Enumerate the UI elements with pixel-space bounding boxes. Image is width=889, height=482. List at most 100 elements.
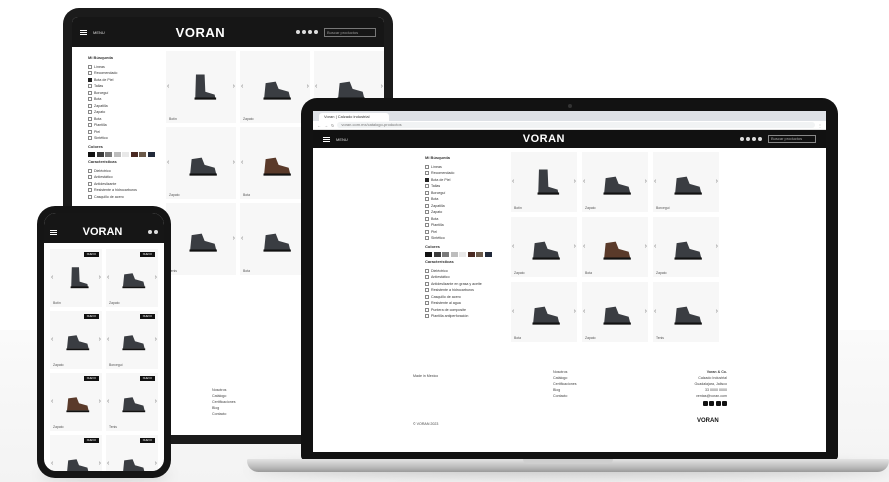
- checkbox[interactable]: [425, 281, 429, 286]
- checkbox[interactable]: [425, 184, 429, 189]
- footer-link[interactable]: Contacto: [212, 411, 236, 417]
- product-name[interactable]: Zapato: [109, 301, 120, 305]
- product-card[interactable]: BotaNUEVO‹›: [50, 435, 102, 471]
- color-swatch[interactable]: [105, 152, 112, 157]
- nav-icons[interactable]: [296, 30, 318, 34]
- chevron-right-icon[interactable]: ›: [574, 243, 576, 250]
- color-swatch[interactable]: [96, 152, 104, 157]
- checkbox[interactable]: [425, 229, 429, 234]
- nav-icons[interactable]: [740, 137, 762, 141]
- product-name[interactable]: Tenis: [656, 336, 664, 340]
- checkbox[interactable]: [425, 288, 429, 293]
- color-swatch[interactable]: [130, 152, 138, 157]
- color-swatch[interactable]: [459, 252, 466, 257]
- chevron-left-icon[interactable]: ‹: [512, 308, 514, 315]
- brand-logo[interactable]: VORAN: [61, 226, 144, 238]
- feature-option[interactable]: Plantilla antiperforación: [425, 313, 501, 320]
- color-swatch[interactable]: [122, 152, 129, 157]
- chevron-left-icon[interactable]: ‹: [512, 243, 514, 250]
- menu-icon[interactable]: [80, 29, 87, 35]
- chevron-right-icon[interactable]: ›: [99, 398, 101, 405]
- checkbox[interactable]: [425, 197, 429, 202]
- feature-option[interactable]: Casquillo de acero: [88, 194, 156, 201]
- chevron-right-icon[interactable]: ›: [645, 243, 647, 250]
- chevron-right-icon[interactable]: ›: [574, 178, 576, 185]
- chevron-left-icon[interactable]: ‹: [583, 243, 585, 250]
- checkbox[interactable]: [425, 307, 429, 312]
- brand-logo[interactable]: VORAN: [354, 133, 734, 145]
- checkbox[interactable]: [88, 90, 92, 95]
- checkbox[interactable]: [88, 168, 92, 173]
- chevron-right-icon[interactable]: ›: [99, 336, 101, 343]
- checkbox[interactable]: [88, 175, 92, 180]
- chevron-right-icon[interactable]: ›: [155, 274, 157, 281]
- product-name[interactable]: Zapato: [656, 271, 667, 275]
- color-swatch[interactable]: [450, 252, 458, 257]
- social-icons[interactable]: [643, 401, 727, 406]
- chevron-left-icon[interactable]: ‹: [512, 178, 514, 185]
- product-name[interactable]: Zapato: [243, 117, 254, 121]
- browser-tab[interactable]: Voran | Calzado industrial: [319, 113, 389, 121]
- checkbox[interactable]: [425, 268, 429, 273]
- chevron-left-icon[interactable]: ‹: [654, 308, 656, 315]
- color-swatch[interactable]: [147, 152, 155, 157]
- checkbox[interactable]: [88, 77, 92, 82]
- filter-option[interactable]: Sintético: [88, 135, 156, 142]
- checkbox[interactable]: [88, 84, 92, 89]
- chevron-right-icon[interactable]: ›: [716, 178, 718, 185]
- color-swatch[interactable]: [433, 252, 441, 257]
- product-name[interactable]: Zapato: [53, 363, 64, 367]
- chevron-right-icon[interactable]: ›: [716, 243, 718, 250]
- product-name[interactable]: Zapato: [169, 193, 180, 197]
- brand-logo[interactable]: VORAN: [111, 25, 290, 40]
- product-name[interactable]: Botín: [514, 206, 522, 210]
- product-card[interactable]: ZapatoNUEVO‹›: [50, 373, 102, 431]
- footer-link[interactable]: Contacto: [553, 393, 577, 399]
- checkbox[interactable]: [425, 190, 429, 195]
- chevron-right-icon[interactable]: ›: [233, 235, 235, 242]
- product-card[interactable]: Botín ‹ ›: [166, 51, 236, 123]
- chevron-left-icon[interactable]: ‹: [583, 308, 585, 315]
- checkbox[interactable]: [88, 116, 92, 121]
- product-name[interactable]: Zapato: [585, 206, 596, 210]
- chevron-right-icon[interactable]: ›: [716, 308, 718, 315]
- nav-menu-link[interactable]: MENU: [93, 30, 105, 35]
- chevron-left-icon[interactable]: ‹: [654, 178, 656, 185]
- product-card[interactable]: Botín ‹ ›: [511, 152, 577, 212]
- chevron-right-icon[interactable]: ›: [155, 398, 157, 405]
- checkbox[interactable]: [425, 171, 429, 176]
- address-bar[interactable]: voran.com.mx/catalogo-productos: [337, 122, 815, 128]
- chevron-right-icon[interactable]: ›: [233, 83, 235, 90]
- color-swatch[interactable]: [88, 152, 95, 157]
- product-card[interactable]: ZapatoNUEVO‹›: [106, 435, 158, 471]
- color-swatch[interactable]: [425, 252, 432, 257]
- checkbox[interactable]: [88, 136, 92, 141]
- product-card[interactable]: Borceguí ‹ ›: [653, 152, 719, 212]
- product-card[interactable]: Bota ‹ ›: [582, 217, 648, 277]
- checkbox[interactable]: [88, 129, 92, 134]
- checkbox[interactable]: [88, 103, 92, 108]
- product-card[interactable]: Bota ‹ ›: [511, 282, 577, 342]
- product-name[interactable]: Bota: [243, 269, 250, 273]
- checkbox[interactable]: [88, 181, 92, 186]
- product-card[interactable]: Zapato ‹ ›: [653, 217, 719, 277]
- product-card[interactable]: Tenis ‹ ›: [653, 282, 719, 342]
- product-name[interactable]: Tenis: [109, 425, 117, 429]
- chevron-right-icon[interactable]: ›: [307, 83, 309, 90]
- product-name[interactable]: Bota: [514, 336, 521, 340]
- chevron-left-icon[interactable]: ‹: [583, 178, 585, 185]
- chevron-left-icon[interactable]: ‹: [107, 336, 109, 343]
- reload-icon[interactable]: ↻: [331, 123, 334, 128]
- product-card[interactable]: Botín NUEVO ‹ ›: [50, 249, 102, 307]
- chevron-right-icon[interactable]: ›: [233, 159, 235, 166]
- product-name[interactable]: Bota: [243, 193, 250, 197]
- product-card[interactable]: Tenis‹›: [166, 203, 236, 275]
- product-card[interactable]: Zapato ‹ ›: [582, 152, 648, 212]
- chevron-right-icon[interactable]: ›: [155, 336, 157, 343]
- product-name[interactable]: Zapato: [53, 425, 64, 429]
- product-name[interactable]: Zapato: [585, 336, 596, 340]
- search-input[interactable]: Buscar productos: [324, 27, 376, 37]
- chevron-left-icon[interactable]: ‹: [315, 83, 317, 90]
- chevron-left-icon[interactable]: ‹: [241, 83, 243, 90]
- color-swatch[interactable]: [139, 152, 146, 157]
